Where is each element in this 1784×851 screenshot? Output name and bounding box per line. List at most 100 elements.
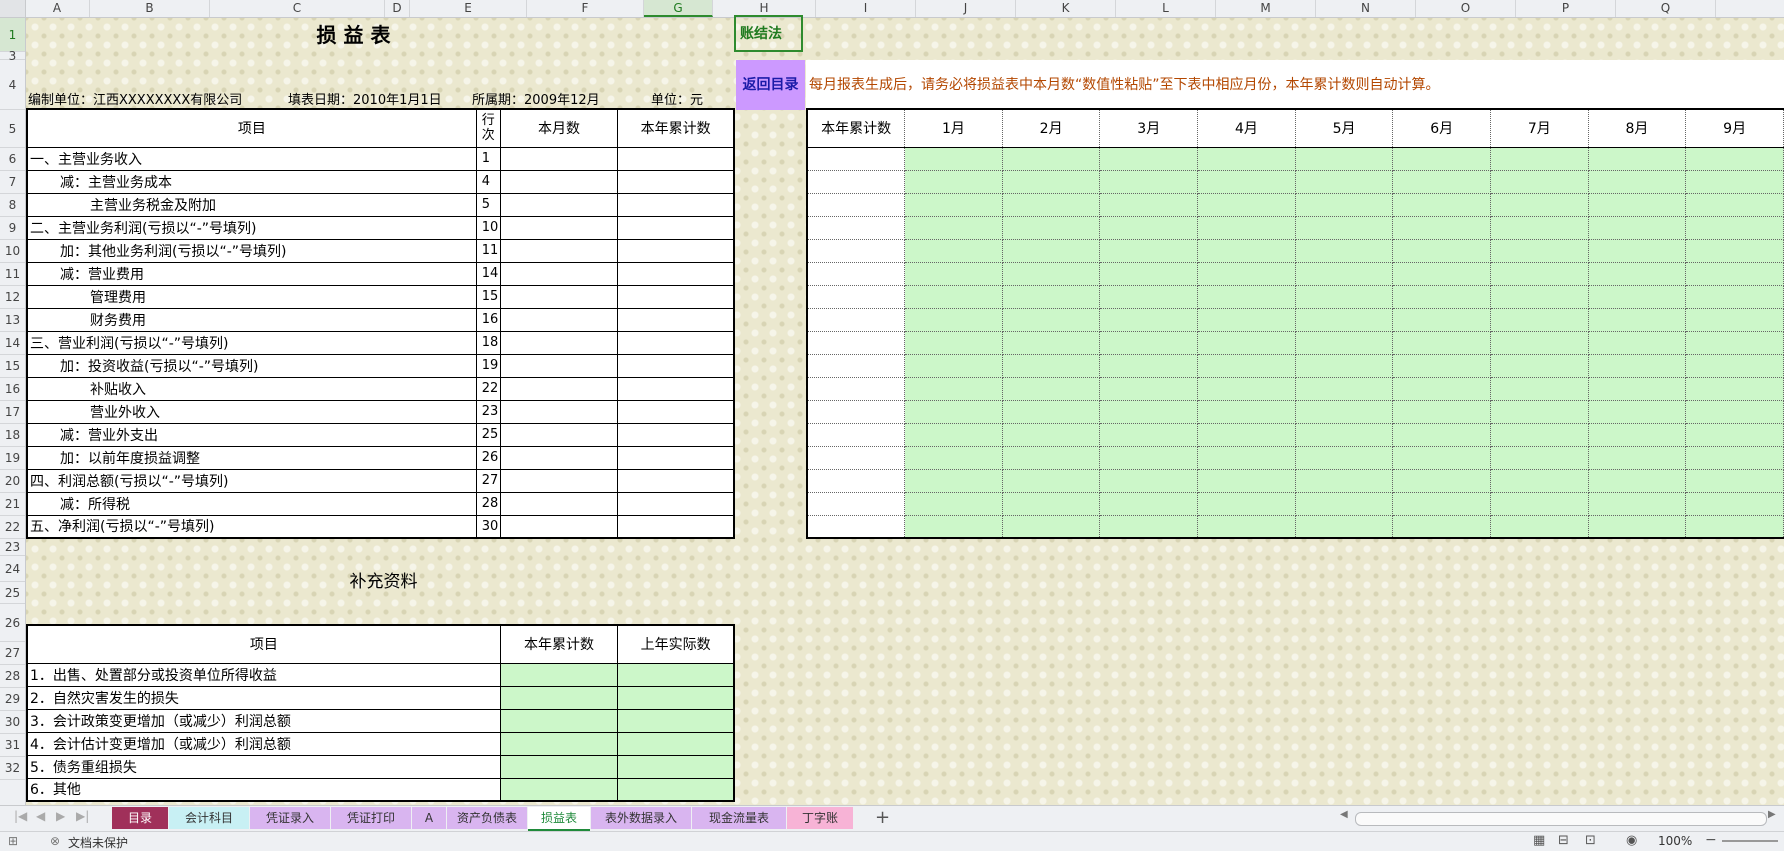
row-ytd-value[interactable] [617,422,735,447]
supp-last-year-value[interactable] [617,777,735,802]
row-ytd-value[interactable] [617,307,735,332]
month-cell[interactable] [1392,238,1491,263]
supp-last-year-value[interactable] [617,662,735,687]
row-header-12[interactable]: 12 [0,286,25,309]
month-cell[interactable] [1001,330,1101,355]
row-header-26[interactable]: 26 [0,604,25,642]
month-cell[interactable] [1587,514,1687,539]
eye-protect-icon[interactable]: ◉ [1626,833,1637,848]
month-cell[interactable] [1001,146,1101,171]
row-header-31[interactable]: 31 [0,734,25,757]
month-cell[interactable] [1587,445,1687,470]
column-header-d[interactable]: D [385,0,410,17]
month-cell[interactable] [1001,192,1101,217]
month-cell[interactable] [1392,261,1491,286]
row-ytd-value[interactable] [617,399,735,424]
month-cell[interactable] [1001,169,1101,194]
month-cell[interactable] [904,146,1003,171]
supp-ytd-value[interactable] [499,754,619,779]
month-cell[interactable] [1197,445,1296,470]
month-cell[interactable] [806,284,906,309]
row-header-13[interactable]: 13 [0,309,25,332]
month-cell[interactable] [1392,284,1491,309]
row-header-23[interactable]: 23 [0,539,25,556]
month-cell[interactable] [1099,238,1199,263]
row-month-value[interactable] [499,261,619,286]
month-cell[interactable] [1392,376,1491,401]
month-cell[interactable] [1294,169,1394,194]
month-cell[interactable] [1001,514,1101,539]
row-month-value[interactable] [499,445,619,470]
row-header-9[interactable]: 9 [0,217,25,240]
column-header-m[interactable]: M [1216,0,1316,17]
row-month-value[interactable] [499,284,619,309]
supp-ytd-value[interactable] [499,777,619,802]
month-cell[interactable] [1685,146,1784,171]
month-cell[interactable] [1490,192,1589,217]
month-cell[interactable] [1294,261,1394,286]
month-cell[interactable] [1685,422,1784,447]
month-cell[interactable] [1685,307,1784,332]
month-cell[interactable] [1587,422,1687,447]
row-ytd-value[interactable] [617,238,735,263]
row-header-29[interactable]: 29 [0,688,25,711]
month-cell[interactable] [1392,353,1491,378]
row-header-25[interactable]: 25 [0,582,25,604]
add-sheet-icon[interactable]: + [875,807,890,828]
month-cell[interactable] [1587,330,1687,355]
row-month-value[interactable] [499,192,619,217]
month-cell[interactable] [806,261,906,286]
month-cell[interactable] [1392,215,1491,240]
month-cell[interactable] [1294,353,1394,378]
month-cell[interactable] [904,238,1003,263]
month-cell[interactable] [806,468,906,493]
sheet-tab[interactable]: 会计科目 [169,807,249,829]
row-header-8[interactable]: 8 [0,194,25,217]
month-cell[interactable] [904,215,1003,240]
row-header-4[interactable]: 4 [0,60,25,110]
row-header-11[interactable]: 11 [0,263,25,286]
month-cell[interactable] [1587,215,1687,240]
month-cell[interactable] [904,192,1003,217]
page-break-view-icon[interactable]: ⊟ [1558,833,1569,848]
scroll-right-icon[interactable]: ▶ [1768,809,1776,820]
month-cell[interactable] [1197,192,1296,217]
month-cell[interactable] [1392,192,1491,217]
month-cell[interactable] [1392,169,1491,194]
month-cell[interactable] [1294,491,1394,516]
month-cell[interactable] [806,353,906,378]
row-header-28[interactable]: 28 [0,665,25,688]
row-header-10[interactable]: 10 [0,240,25,263]
month-cell[interactable] [806,422,906,447]
row-ytd-value[interactable] [617,330,735,355]
month-cell[interactable] [1294,146,1394,171]
row-header-1[interactable]: 1 [0,18,25,52]
supp-ytd-value[interactable] [499,662,619,687]
sheet-tab[interactable]: 损益表 [528,807,590,831]
month-cell[interactable] [904,445,1003,470]
month-cell[interactable] [1587,376,1687,401]
sheet-tab[interactable]: 凭证打印 [331,807,411,829]
month-cell[interactable] [1099,468,1199,493]
row-ytd-value[interactable] [617,192,735,217]
row-month-value[interactable] [499,307,619,332]
column-header-o[interactable]: O [1416,0,1516,17]
month-cell[interactable] [1490,330,1589,355]
month-cell[interactable] [1685,399,1784,424]
month-cell[interactable] [1490,146,1589,171]
row-header-16[interactable]: 16 [0,378,25,401]
month-cell[interactable] [1001,284,1101,309]
month-cell[interactable] [1490,399,1589,424]
method-label-cell[interactable]: 账结法 [734,15,803,52]
row-header-24[interactable]: 24 [0,556,25,582]
month-cell[interactable] [1490,491,1589,516]
row-header-17[interactable]: 17 [0,401,25,424]
month-cell[interactable] [1001,491,1101,516]
month-cell[interactable] [1001,261,1101,286]
month-cell[interactable] [806,514,906,539]
month-cell[interactable] [1099,514,1199,539]
month-cell[interactable] [1001,307,1101,332]
month-cell[interactable] [1001,215,1101,240]
row-header-7[interactable]: 7 [0,171,25,194]
month-cell[interactable] [1392,514,1491,539]
